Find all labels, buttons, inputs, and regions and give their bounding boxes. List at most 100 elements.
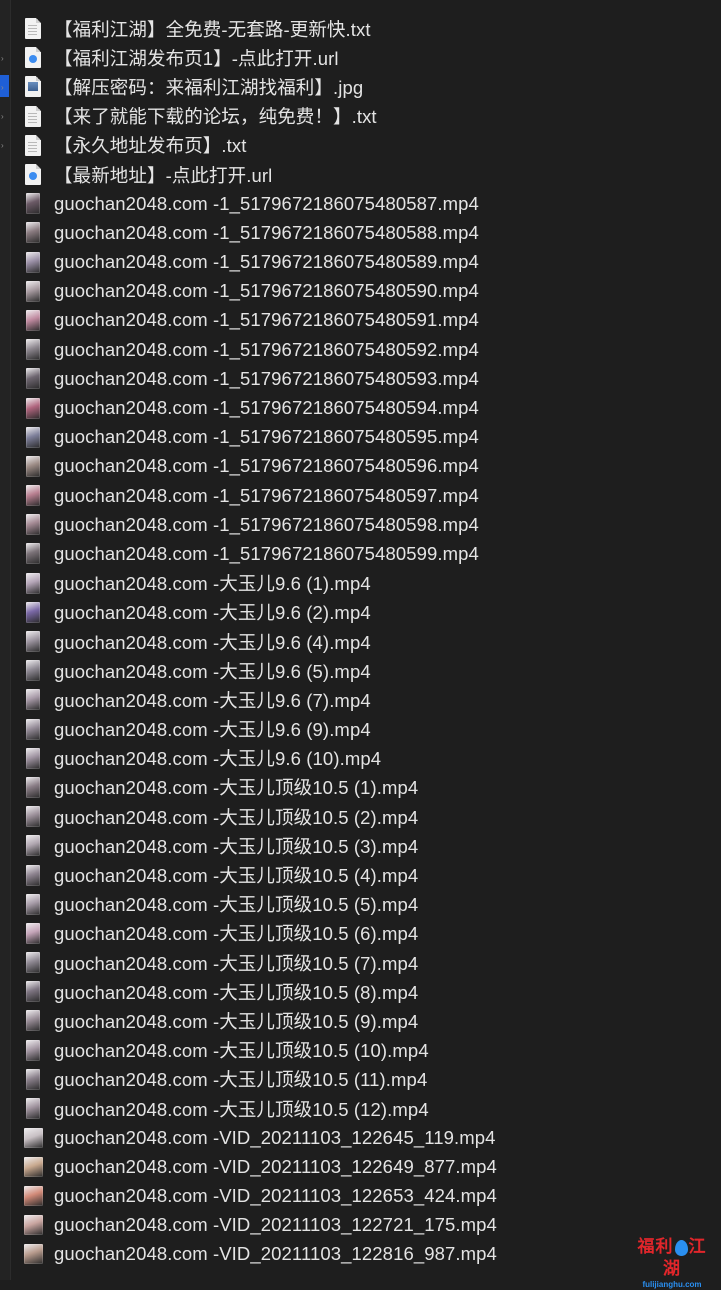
- video-thumbnail-icon: [26, 747, 40, 769]
- file-row[interactable]: 【最新地址】-点此打开.url: [12, 160, 717, 189]
- video-thumbnail-icon: [26, 776, 40, 798]
- file-name: guochan2048.com -大玉儿顶级10.5 (12).mp4: [54, 1098, 429, 1120]
- file-row[interactable]: guochan2048.com -1_5179672186075480592.m…: [12, 335, 717, 364]
- file-row[interactable]: guochan2048.com -大玉儿顶级10.5 (7).mp4: [12, 948, 717, 977]
- file-row[interactable]: guochan2048.com -1_5179672186075480599.m…: [12, 539, 717, 568]
- watermark-logo: 福利 江湖 fulijianghu.com: [631, 1236, 713, 1289]
- file-name: 【解压密码：来福利江湖找福利】.jpg: [54, 76, 364, 98]
- video-thumbnail-icon: [23, 1156, 43, 1177]
- file-row[interactable]: guochan2048.com -1_5179672186075480589.m…: [12, 248, 717, 277]
- file-row[interactable]: guochan2048.com -大玉儿顶级10.5 (2).mp4: [12, 802, 717, 831]
- file-name: guochan2048.com -VID_20211103_122645_119…: [54, 1126, 496, 1148]
- file-row[interactable]: guochan2048.com -大玉儿9.6 (7).mp4: [12, 685, 717, 714]
- file-name: guochan2048.com -大玉儿顶级10.5 (6).mp4: [54, 923, 419, 945]
- file-name: guochan2048.com -大玉儿顶级10.5 (11).mp4: [54, 1069, 428, 1091]
- file-row[interactable]: guochan2048.com -1_5179672186075480587.m…: [12, 189, 717, 218]
- file-name: 【来了就能下载的论坛，纯免费！】.txt: [54, 106, 377, 128]
- file-name: 【福利江湖发布页1】-点此打开.url: [54, 47, 339, 69]
- video-thumbnail-icon: [26, 222, 40, 244]
- video-thumbnail-icon: [26, 1039, 40, 1061]
- water-drop-icon: [674, 1239, 688, 1256]
- file-row[interactable]: guochan2048.com -大玉儿9.6 (4).mp4: [12, 627, 717, 656]
- file-name: guochan2048.com -1_5179672186075480594.m…: [54, 397, 479, 419]
- video-thumbnail-icon: [26, 485, 40, 507]
- video-thumbnail-icon: [26, 806, 40, 828]
- file-row[interactable]: guochan2048.com -大玉儿9.6 (5).mp4: [12, 656, 717, 685]
- file-row[interactable]: guochan2048.com -1_5179672186075480593.m…: [12, 364, 717, 393]
- video-thumbnail-icon: [26, 660, 40, 682]
- file-row[interactable]: guochan2048.com -大玉儿9.6 (2).mp4: [12, 598, 717, 627]
- file-row[interactable]: guochan2048.com -大玉儿9.6 (9).mp4: [12, 715, 717, 744]
- video-thumbnail-icon: [26, 251, 40, 273]
- file-name: guochan2048.com -大玉儿顶级10.5 (5).mp4: [54, 894, 419, 916]
- file-row[interactable]: guochan2048.com -大玉儿顶级10.5 (11).mp4: [12, 1065, 717, 1094]
- file-row[interactable]: guochan2048.com -大玉儿顶级10.5 (6).mp4: [12, 919, 717, 948]
- file-name: guochan2048.com -1_5179672186075480599.m…: [54, 542, 479, 564]
- video-thumbnail-icon: [26, 601, 40, 623]
- file-name: guochan2048.com -大玉儿9.6 (7).mp4: [54, 689, 371, 711]
- video-thumbnail-icon: [23, 1215, 43, 1236]
- disclosure-triangle-icon[interactable]: ›: [1, 55, 7, 63]
- video-thumbnail-icon: [26, 981, 40, 1003]
- file-row[interactable]: 【福利江湖发布页1】-点此打开.url: [12, 43, 717, 72]
- file-name: guochan2048.com -1_5179672186075480587.m…: [54, 192, 479, 214]
- file-row[interactable]: guochan2048.com -VID_20211103_122721_175…: [12, 1211, 717, 1240]
- file-row[interactable]: guochan2048.com -1_5179672186075480594.m…: [12, 393, 717, 422]
- file-row[interactable]: guochan2048.com -大玉儿顶级10.5 (1).mp4: [12, 773, 717, 802]
- file-name: guochan2048.com -1_5179672186075480593.m…: [54, 367, 479, 389]
- file-name: guochan2048.com -大玉儿顶级10.5 (10).mp4: [54, 1040, 429, 1062]
- file-row[interactable]: guochan2048.com -1_5179672186075480595.m…: [12, 423, 717, 452]
- video-thumbnail-icon: [26, 397, 40, 419]
- file-row[interactable]: guochan2048.com -1_5179672186075480591.m…: [12, 306, 717, 335]
- video-thumbnail-icon: [26, 426, 40, 448]
- file-row[interactable]: guochan2048.com -VID_20211103_122653_424…: [12, 1182, 717, 1211]
- video-thumbnail-icon: [26, 1098, 40, 1120]
- file-row[interactable]: guochan2048.com -1_5179672186075480596.m…: [12, 452, 717, 481]
- file-row[interactable]: guochan2048.com -VID_20211103_122649_877…: [12, 1152, 717, 1181]
- video-thumbnail-icon: [26, 543, 40, 565]
- disclosure-triangle-icon[interactable]: ›: [1, 142, 7, 150]
- file-row[interactable]: guochan2048.com -1_5179672186075480598.m…: [12, 510, 717, 539]
- file-row[interactable]: guochan2048.com -大玉儿顶级10.5 (10).mp4: [12, 1036, 717, 1065]
- video-thumbnail-icon: [23, 1127, 43, 1148]
- file-name: guochan2048.com -大玉儿顶级10.5 (9).mp4: [54, 1010, 419, 1032]
- file-row[interactable]: guochan2048.com -大玉儿顶级10.5 (5).mp4: [12, 890, 717, 919]
- video-thumbnail-icon: [26, 922, 40, 944]
- video-thumbnail-icon: [26, 455, 40, 477]
- file-name: guochan2048.com -1_5179672186075480590.m…: [54, 280, 479, 302]
- file-row[interactable]: guochan2048.com -1_5179672186075480597.m…: [12, 481, 717, 510]
- file-row[interactable]: guochan2048.com -1_5179672186075480588.m…: [12, 218, 717, 247]
- file-name: guochan2048.com -大玉儿9.6 (4).mp4: [54, 631, 371, 653]
- file-name: 【福利江湖】全免费-无套路-更新快.txt: [54, 18, 371, 40]
- file-row[interactable]: 【福利江湖】全免费-无套路-更新快.txt: [12, 14, 717, 43]
- file-row[interactable]: guochan2048.com -1_5179672186075480590.m…: [12, 277, 717, 306]
- file-row[interactable]: 【解压密码：来福利江湖找福利】.jpg: [12, 72, 717, 101]
- file-name: guochan2048.com -1_5179672186075480595.m…: [54, 426, 479, 448]
- video-thumbnail-icon: [26, 309, 40, 331]
- disclosure-triangle-icon[interactable]: ›: [1, 113, 7, 121]
- file-row[interactable]: guochan2048.com -大玉儿顶级10.5 (3).mp4: [12, 831, 717, 860]
- disclosure-triangle-icon[interactable]: ›: [1, 84, 7, 92]
- file-name: guochan2048.com -大玉儿顶级10.5 (8).mp4: [54, 981, 419, 1003]
- file-row[interactable]: guochan2048.com -大玉儿顶级10.5 (12).mp4: [12, 1094, 717, 1123]
- file-row[interactable]: 【永久地址发布页】.txt: [12, 131, 717, 160]
- file-row[interactable]: guochan2048.com -大玉儿9.6 (10).mp4: [12, 744, 717, 773]
- video-thumbnail-icon: [26, 893, 40, 915]
- file-row[interactable]: guochan2048.com -VID_20211103_122816_987…: [12, 1240, 717, 1269]
- video-thumbnail-icon: [26, 193, 40, 215]
- file-name: guochan2048.com -1_5179672186075480597.m…: [54, 484, 479, 506]
- file-row[interactable]: guochan2048.com -大玉儿顶级10.5 (9).mp4: [12, 1006, 717, 1035]
- file-row[interactable]: 【来了就能下载的论坛，纯免费！】.txt: [12, 102, 717, 131]
- file-row[interactable]: guochan2048.com -VID_20211103_122645_119…: [12, 1123, 717, 1152]
- file-row[interactable]: guochan2048.com -大玉儿9.6 (1).mp4: [12, 569, 717, 598]
- video-thumbnail-icon: [26, 1010, 40, 1032]
- file-row[interactable]: guochan2048.com -大玉儿顶级10.5 (8).mp4: [12, 977, 717, 1006]
- video-thumbnail-icon: [26, 514, 40, 536]
- video-thumbnail-icon: [23, 1244, 43, 1265]
- file-name: guochan2048.com -1_5179672186075480589.m…: [54, 251, 479, 273]
- video-thumbnail-icon: [23, 1186, 43, 1207]
- file-name: guochan2048.com -大玉儿9.6 (5).mp4: [54, 660, 371, 682]
- file-row[interactable]: guochan2048.com -大玉儿顶级10.5 (4).mp4: [12, 860, 717, 889]
- url-file-icon: [25, 47, 41, 69]
- image-file-icon: [25, 76, 41, 98]
